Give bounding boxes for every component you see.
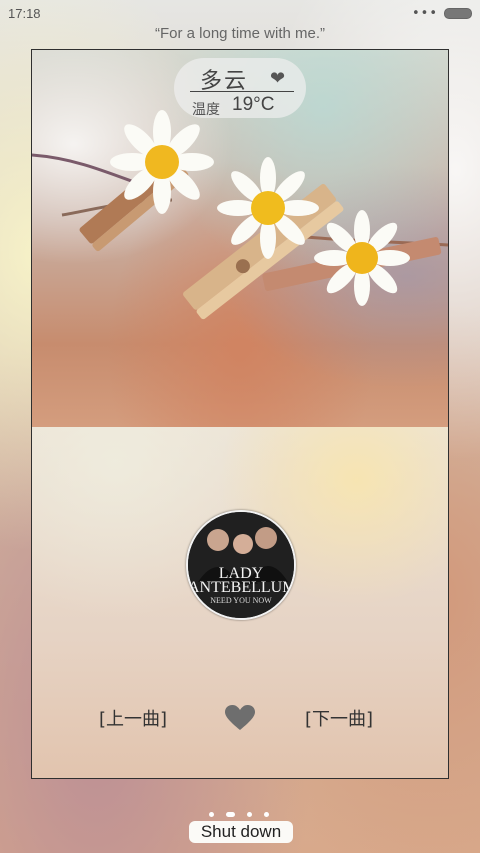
album-title: LADY ANTEBELLUM [188, 565, 296, 596]
page-indicator [0, 812, 480, 818]
quote-text: “For a long time with me.” [154, 25, 326, 42]
temperature-value: 19°C [232, 94, 275, 115]
status-clock: 17:18 [8, 6, 41, 21]
page-dot [264, 812, 269, 817]
album-art[interactable]: LADY ANTEBELLUM NEED YOU NOW [186, 510, 296, 620]
wallpaper-photo: 多云 ❤ 温度 19°C [32, 50, 448, 427]
battery-icon [444, 8, 472, 19]
overflow-dots-icon: ••• [411, 6, 438, 21]
page-dot [209, 812, 214, 817]
status-bar: 17:18 ••• [0, 0, 480, 28]
weather-divider [190, 91, 294, 92]
page-dot-active [226, 812, 235, 817]
player-controls: [上一曲] [下一曲] [32, 705, 448, 735]
lockscreen-card: 多云 ❤ 温度 19°C LADY ANTEBELLUM NEED YOU NO… [31, 49, 449, 779]
page-dot [247, 812, 252, 817]
album-subtitle: NEED YOU NOW [210, 596, 272, 605]
music-panel: LADY ANTEBELLUM NEED YOU NOW [上一曲] [下一曲] [32, 427, 448, 778]
heart-icon: ❤ [270, 68, 286, 89]
temperature-label: 温度 [192, 102, 220, 118]
next-track-button[interactable]: [下一曲] [305, 705, 373, 731]
previous-track-button[interactable]: [上一曲] [99, 705, 167, 731]
weather-widget[interactable]: 多云 ❤ 温度 19°C [174, 58, 306, 118]
shutdown-button[interactable]: Shut down [189, 821, 293, 843]
favorite-heart-icon[interactable] [225, 705, 255, 731]
